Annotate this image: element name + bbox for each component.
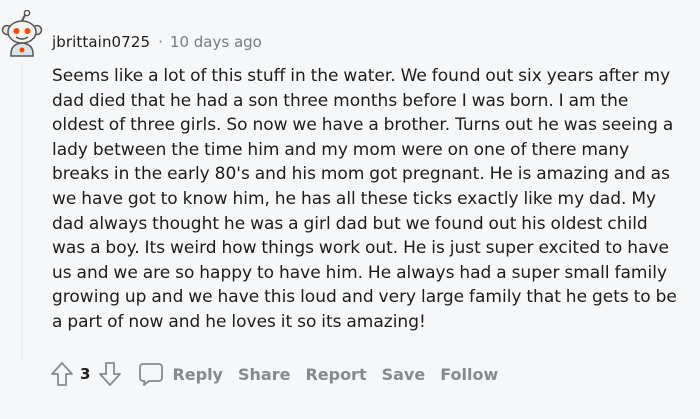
- share-button[interactable]: Share: [238, 365, 290, 384]
- comment-line: breaks in the early 80's and his mom got…: [52, 164, 670, 185]
- comment-line: a part of now and he loves it so its ama…: [52, 311, 426, 332]
- comment-line: us and we are so happy to have him. He a…: [52, 262, 668, 283]
- follow-button[interactable]: Follow: [440, 365, 498, 384]
- comment-body: Seems like a lot of this stuff in the wa…: [52, 64, 696, 335]
- comment-line: Seems like a lot of this stuff in the wa…: [52, 66, 671, 86]
- comment-line: we have got to know him, he has all thes…: [52, 188, 657, 209]
- thread-line[interactable]: [21, 62, 23, 362]
- downvote-button[interactable]: [96, 359, 124, 389]
- snoo-avatar-icon: [1, 9, 43, 57]
- save-button[interactable]: Save: [382, 365, 426, 384]
- comment-line: dad always thought he was a girl dad but…: [52, 213, 648, 234]
- comment-bubble-icon: [139, 363, 164, 386]
- vote-score: 3: [80, 365, 91, 383]
- comment-line: dad died that he had a son three months …: [52, 90, 629, 111]
- arrow-up-icon: [51, 362, 73, 386]
- avatar[interactable]: [0, 9, 44, 58]
- comment-line: oldest of three girls. So now we have a …: [52, 115, 674, 136]
- report-button[interactable]: Report: [305, 365, 366, 384]
- comment-action-bar: 3 Reply Share Report Save Follow: [48, 358, 498, 390]
- author-username[interactable]: jbrittain0725: [52, 33, 150, 51]
- reply-label: Reply: [172, 364, 223, 384]
- meta-separator: ·: [158, 33, 163, 51]
- reply-button[interactable]: Reply: [138, 361, 223, 387]
- comment-line: was a boy. Its weird how things work out…: [52, 238, 669, 259]
- comment-timestamp[interactable]: 10 days ago: [170, 33, 262, 51]
- arrow-down-icon: [99, 362, 122, 386]
- comment-header: jbrittain0725 · 10 days ago: [52, 32, 262, 52]
- comment-line: lady between the time him and my mom wer…: [52, 139, 630, 160]
- upvote-button[interactable]: [48, 359, 76, 389]
- comment-line: growing up and we have this loud and ver…: [52, 287, 677, 308]
